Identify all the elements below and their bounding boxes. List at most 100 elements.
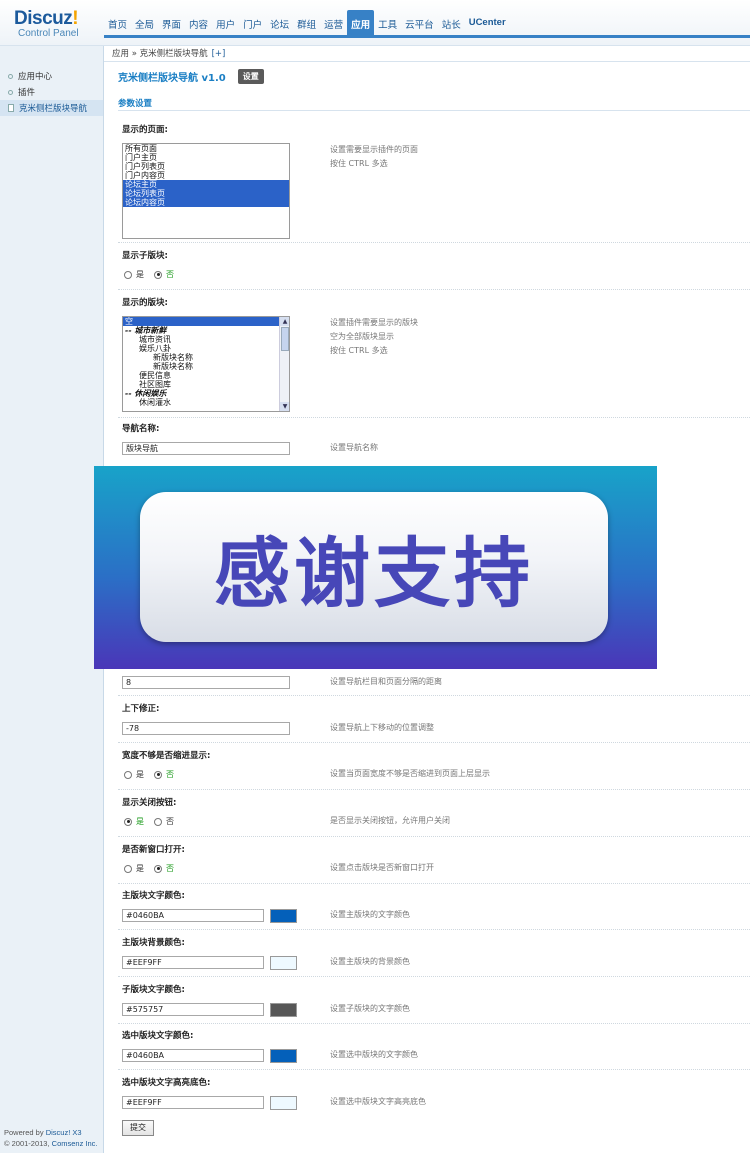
select-option[interactable]: 门户列表页 — [123, 162, 289, 171]
closebtn-radio-group: 是 否 — [124, 816, 184, 827]
pages-select[interactable]: 所有页面 门户主页 门户列表页 门户内容页 论坛主页 论坛列表页 论坛内容页 — [122, 143, 290, 239]
newwin-radio-group: 是 否 — [124, 863, 184, 874]
hint-line: 设置插件需要显示的版块 — [330, 318, 418, 327]
hint-line: 设置需要显示插件的页面 — [330, 145, 418, 154]
nav-tab-content[interactable]: 内容 — [185, 10, 212, 36]
settings-button[interactable]: 设置 — [237, 69, 264, 84]
radio-yes[interactable] — [124, 817, 132, 826]
radio-no[interactable] — [154, 817, 162, 826]
thanks-banner: 感谢支持 — [94, 466, 657, 669]
nav-tab-groups[interactable]: 群组 — [293, 10, 320, 36]
select-option[interactable]: 门户内容页 — [123, 171, 289, 180]
logo-bang: ! — [72, 8, 79, 29]
nav-tab-forum[interactable]: 论坛 — [266, 10, 293, 36]
select-option[interactable]: 娱乐八卦 — [123, 344, 289, 353]
radio-yes[interactable] — [124, 770, 132, 779]
sidebar-item-app-center[interactable]: 应用中心 — [0, 68, 103, 84]
row-divider — [118, 417, 750, 418]
color-swatch[interactable] — [270, 1049, 297, 1063]
scroll-thumb[interactable] — [281, 327, 289, 351]
bullet-icon — [8, 89, 13, 95]
radio-label: 否 — [166, 770, 174, 779]
scroll-down-icon[interactable]: ▼ — [280, 402, 289, 411]
radio-yes[interactable] — [124, 864, 132, 873]
nav-tab-apps[interactable]: 应用 — [347, 10, 375, 36]
nav-tab-portal[interactable]: 门户 — [239, 10, 266, 36]
color-swatch[interactable] — [270, 1096, 297, 1110]
color-hint: 设置主版块的背景颜色 — [330, 957, 410, 966]
page-title: 克米侧栏版块导航 v1.0 — [118, 73, 226, 84]
color-swatch[interactable] — [270, 1003, 297, 1017]
discuz-logo[interactable]: Discuz! Control Panel — [14, 8, 104, 39]
row-divider — [118, 1023, 750, 1024]
select-option[interactable]: 社区图库 — [123, 380, 289, 389]
color-swatch[interactable] — [270, 956, 297, 970]
nav-tab-users[interactable]: 用户 — [212, 10, 239, 36]
radio-no[interactable] — [154, 270, 162, 279]
select-group: -- 城市新鲜 — [125, 326, 167, 335]
breadcrumb-add-button[interactable]: [+] — [212, 49, 226, 59]
color-input[interactable]: #0460BA — [122, 909, 264, 922]
title-row: 克米侧栏版块导航 v1.0 设置 — [118, 69, 264, 84]
offset-input[interactable]: -78 — [122, 722, 290, 735]
logo-main: Discuz — [14, 8, 73, 29]
scrollbar[interactable]: ▲ ▼ — [279, 317, 289, 411]
color-label: 选中版块文字颜色: — [122, 1031, 194, 1041]
select-option-selected[interactable]: 空 — [123, 317, 289, 326]
select-option-selected[interactable]: 论坛列表页 — [123, 189, 289, 198]
footer-brand-link[interactable]: Discuz! X3 — [46, 1128, 82, 1137]
select-option-selected[interactable]: 论坛主页 — [123, 180, 289, 189]
radio-no[interactable] — [154, 770, 162, 779]
banner-text: 感谢支持 — [214, 529, 534, 618]
nav-tab-operations[interactable]: 运营 — [320, 10, 347, 36]
select-option-selected[interactable]: 论坛内容页 — [123, 198, 289, 207]
select-option[interactable]: 新版块名称 — [123, 353, 289, 362]
section-title: 参数设置 — [118, 99, 153, 109]
hint-line: 按住 CTRL 多选 — [330, 159, 388, 168]
footer-powered: Powered by — [4, 1128, 46, 1137]
select-option[interactable]: 新版块名称 — [123, 362, 289, 371]
offset-hint: 设置导航上下移动的位置调整 — [330, 723, 434, 732]
scroll-up-icon[interactable]: ▲ — [280, 317, 289, 326]
sidebar-item-kemi-nav[interactable]: 克米侧栏版块导航 — [0, 100, 103, 116]
select-option[interactable]: 休闲灌水 — [123, 398, 289, 407]
nav-tab-home[interactable]: 首页 — [104, 10, 131, 36]
color-input[interactable]: #EEF9FF — [122, 956, 264, 969]
radio-no[interactable] — [154, 864, 162, 873]
radio-yes[interactable] — [124, 270, 132, 279]
forums-select[interactable]: 空 -- 城市新鲜 城市资讯 娱乐八卦 新版块名称 新版块名称 便民信息 社区图… — [122, 316, 290, 412]
color-swatch[interactable] — [270, 909, 297, 923]
submit-button[interactable]: 提交 — [122, 1120, 154, 1136]
footer-company-link[interactable]: Comsenz Inc. — [52, 1139, 98, 1148]
select-option[interactable]: 便民信息 — [123, 371, 289, 380]
nav-tab-global[interactable]: 全局 — [131, 10, 158, 36]
select-option[interactable]: 门户主页 — [123, 153, 289, 162]
select-option[interactable]: 城市资讯 — [123, 335, 289, 344]
offset-label: 上下修正: — [122, 704, 160, 714]
nav-tab-cloud[interactable]: 云平台 — [401, 10, 438, 36]
closebtn-label: 显示关闭按钮: — [122, 798, 177, 808]
radio-label: 否 — [166, 817, 174, 826]
sidebar-item-label: 插件 — [18, 88, 36, 98]
color-hint: 设置主版块的文字颜色 — [330, 910, 410, 919]
sidebar-item-plugins[interactable]: 插件 — [0, 84, 103, 100]
hint-line: 空为全部版块显示 — [330, 332, 394, 341]
nav-tab-interface[interactable]: 界面 — [158, 10, 185, 36]
radio-label: 是 — [136, 864, 144, 873]
navname-input[interactable]: 版块导航 — [122, 442, 290, 455]
color-hint: 设置选中版块的文字颜色 — [330, 1050, 418, 1059]
color-input[interactable]: #575757 — [122, 1003, 264, 1016]
color-input[interactable]: #0460BA — [122, 1049, 264, 1062]
color-label: 主版块文字颜色: — [122, 891, 185, 901]
row-divider — [118, 976, 750, 977]
nav-tab-admin[interactable]: 站长 — [438, 10, 465, 36]
distance-input[interactable]: 8 — [122, 676, 290, 689]
breadcrumb-text[interactable]: 应用 » 克米侧栏版块导航 — [112, 49, 208, 59]
nav-tab-tools[interactable]: 工具 — [374, 10, 401, 36]
nav-tab-ucenter[interactable]: UCenter — [465, 10, 510, 36]
color-hint: 设置选中版块文字高亮底色 — [330, 1097, 426, 1106]
select-option[interactable]: 所有页面 — [123, 144, 289, 153]
color-label: 选中版块文字高亮底色: — [122, 1078, 211, 1088]
color-input[interactable]: #EEF9FF — [122, 1096, 264, 1109]
sidebar-item-label: 克米侧栏版块导航 — [19, 104, 88, 114]
